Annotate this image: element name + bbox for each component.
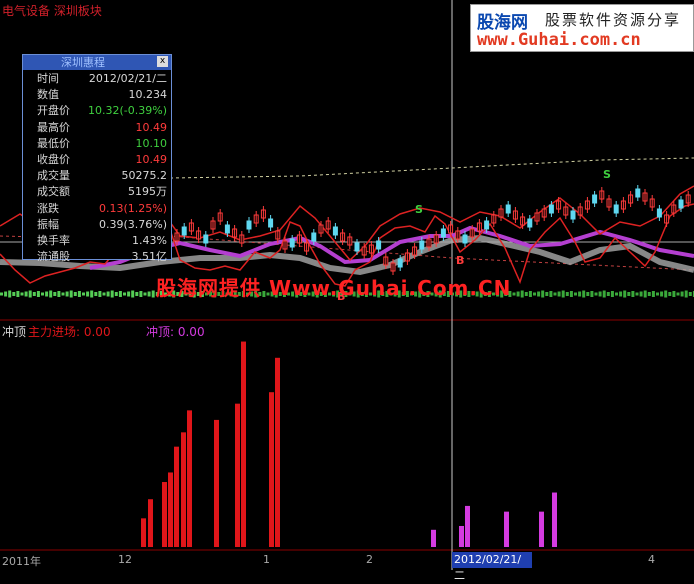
main-force-bar xyxy=(168,472,173,547)
main-force-bar xyxy=(214,419,219,547)
axis-label: 2 xyxy=(366,553,373,566)
peak-bar xyxy=(552,492,557,547)
peak-bar xyxy=(539,511,544,547)
axis-label: 2011年 xyxy=(2,555,41,568)
main-force-bar xyxy=(235,403,240,547)
cursor-date-box: 2012/02/21/二 xyxy=(452,552,532,582)
axis-label: 1 xyxy=(263,553,270,566)
main-force-bar xyxy=(187,410,192,547)
main-force-bar xyxy=(148,499,153,547)
main-force-bar xyxy=(162,482,167,547)
peak-bar xyxy=(431,529,436,547)
main-force-bar xyxy=(269,392,274,547)
main-force-bar xyxy=(174,446,179,547)
peak-bar xyxy=(465,505,470,547)
main-force-bar xyxy=(141,518,146,547)
axis-label: 12 xyxy=(118,553,132,566)
indicator-bar-chart xyxy=(141,341,557,547)
main-force-bar xyxy=(181,432,186,547)
main-force-bar xyxy=(241,341,246,547)
peak-bar xyxy=(504,511,509,547)
main-force-bar xyxy=(275,357,280,547)
peak-bar xyxy=(459,525,464,547)
axis-label: 4 xyxy=(648,553,655,566)
